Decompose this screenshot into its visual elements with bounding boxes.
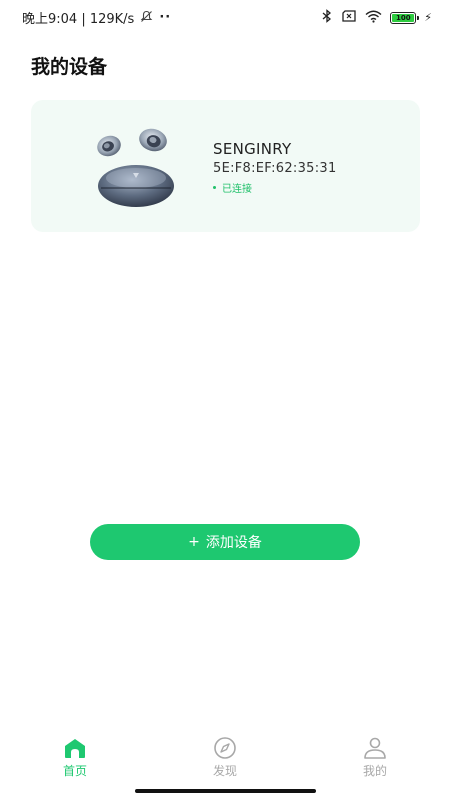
add-device-button[interactable]: + 添加设备	[90, 524, 360, 560]
page-title: 我的设备	[31, 56, 108, 78]
plus-icon: +	[188, 534, 200, 550]
battery-icon: 100	[390, 11, 420, 24]
device-mac-address: 5E:F8:EF:62:35:31	[213, 161, 337, 176]
status-bar: 晚上9:04 | 129K/s ·· 100 ⚡	[0, 0, 450, 34]
home-indicator[interactable]	[135, 789, 316, 793]
battery-level: 100	[392, 13, 415, 22]
status-time: 晚上9:04 | 129K/s	[22, 12, 135, 27]
wifi-icon	[365, 10, 382, 26]
device-name: SENGINRY	[213, 140, 292, 158]
mute-bell-icon	[140, 10, 153, 26]
bottom-nav: 首页 发现 我的	[0, 730, 450, 786]
status-left: 晚上9:04 | 129K/s ··	[22, 8, 171, 27]
compass-icon	[214, 737, 236, 759]
device-status-label: 已连接	[222, 184, 252, 195]
earbuds-image	[91, 118, 181, 214]
connected-dot-icon	[213, 186, 216, 189]
device-connection-status: 已连接	[213, 180, 252, 195]
status-right: 100 ⚡	[321, 9, 432, 26]
home-icon	[65, 739, 85, 758]
nav-label-discover: 发现	[212, 764, 237, 778]
bluetooth-icon	[321, 9, 333, 26]
no-sim-icon	[341, 10, 357, 25]
person-icon	[364, 737, 386, 759]
nav-item-home[interactable]: 首页	[0, 730, 150, 786]
device-card[interactable]: SENGINRY 5E:F8:EF:62:35:31 已连接	[31, 100, 420, 232]
more-notifications-icon: ··	[159, 10, 172, 25]
nav-item-discover[interactable]: 发现	[150, 730, 300, 786]
add-device-label: 添加设备	[205, 535, 262, 551]
nav-label-home: 首页	[62, 764, 87, 778]
charging-icon: ⚡	[424, 11, 432, 24]
nav-item-mine[interactable]: 我的	[300, 730, 450, 786]
nav-label-mine: 我的	[362, 764, 387, 778]
